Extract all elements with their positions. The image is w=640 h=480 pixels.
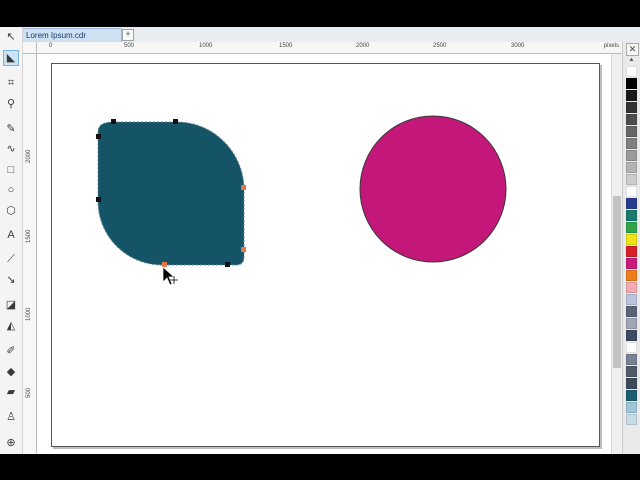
polygon-tool-icon[interactable]: ⬡ (3, 203, 19, 219)
coreldraw-window: Lorem Ipsum.cdr + ↖ ◣ ⌗ ⚲ ✎ ∿ □ ○ ⬡ A ⟋ … (0, 27, 640, 454)
palette-swatch[interactable] (626, 294, 637, 305)
toolbox: ↖ ◣ ⌗ ⚲ ✎ ∿ □ ○ ⬡ A ⟋ ↘ ◪ ◭ ✐ ◆ ▰ ♙ ⊕ (0, 27, 23, 454)
ruler-origin[interactable] (23, 42, 37, 54)
pan-tool-icon[interactable]: ⊕ (3, 435, 19, 451)
ruler-units: pixels (603, 43, 619, 49)
palette-swatch[interactable] (626, 114, 637, 125)
color-palette: ✕ ▲ (622, 42, 640, 454)
canvas-objects (96, 115, 507, 286)
palette-swatch[interactable] (626, 402, 637, 413)
palette-swatch[interactable] (626, 246, 637, 257)
pick-tool-icon[interactable]: ↖ (3, 29, 19, 45)
text-tool-icon[interactable]: A (3, 227, 19, 243)
shape-tool-icon[interactable]: ◣ (3, 50, 19, 66)
parallel-dimension-tool-icon[interactable]: ⟋ (3, 251, 19, 267)
palette-swatch[interactable] (626, 210, 637, 221)
ruler-label: 500 (124, 43, 135, 49)
ruler-label: 1000 (26, 307, 32, 321)
node-handle[interactable] (162, 262, 167, 267)
ruler-label: 500 (26, 388, 32, 399)
ellipse-tool-icon[interactable]: ○ (3, 182, 19, 198)
palette-swatch[interactable] (626, 198, 637, 209)
drawing-canvas[interactable] (37, 54, 611, 454)
outline-pen-tool-icon[interactable]: ♙ (3, 409, 19, 425)
node-handle[interactable] (111, 119, 116, 124)
palette-swatch[interactable] (626, 366, 637, 377)
palette-swatch[interactable] (626, 162, 637, 173)
palette-swatch[interactable] (626, 306, 637, 317)
leaf-shape[interactable] (97, 121, 245, 266)
ruler-label: 1500 (279, 43, 293, 49)
ruler-label: 2000 (356, 43, 370, 49)
smart-fill-tool-icon[interactable]: ▰ (3, 384, 19, 400)
freehand-tool-icon[interactable]: ✎ (3, 121, 19, 137)
palette-swatch[interactable] (626, 282, 637, 293)
scrollbar-thumb[interactable] (613, 196, 621, 368)
palette-swatch[interactable] (626, 414, 637, 425)
node-handle[interactable] (96, 134, 101, 139)
palette-swatch[interactable] (626, 222, 637, 233)
palette-swatch[interactable] (626, 102, 637, 113)
palette-swatch[interactable] (626, 270, 637, 281)
circle-shape[interactable] (359, 115, 507, 263)
new-document-tab-button[interactable]: + (122, 29, 134, 41)
palette-swatch[interactable] (626, 150, 637, 161)
palette-swatch[interactable] (626, 354, 637, 365)
palette-swatch[interactable] (626, 390, 637, 401)
palette-swatch[interactable] (626, 318, 637, 329)
node-handle[interactable] (173, 119, 178, 124)
ruler-label: 2000 (26, 149, 32, 163)
node-handle[interactable] (241, 247, 246, 252)
palette-swatch[interactable] (626, 186, 637, 197)
ruler-label: 1500 (26, 229, 32, 243)
palette-swatch[interactable] (626, 258, 637, 269)
palette-swatch[interactable] (626, 330, 637, 341)
palette-swatch[interactable] (626, 138, 637, 149)
horizontal-ruler[interactable]: 0 500 1000 1500 2000 2500 3000 pixels (37, 42, 622, 54)
artistic-media-tool-icon[interactable]: ∿ (3, 141, 19, 157)
document-tab[interactable]: Lorem Ipsum.cdr (22, 28, 122, 42)
palette-swatch[interactable] (626, 234, 637, 245)
palette-swatch[interactable] (626, 78, 637, 89)
node-handle[interactable] (241, 185, 246, 190)
vertical-ruler[interactable]: 2000 1500 1000 500 (23, 54, 37, 454)
connector-tool-icon[interactable]: ↘ (3, 272, 19, 288)
crop-tool-icon[interactable]: ⌗ (3, 75, 19, 91)
palette-swatch[interactable] (626, 66, 637, 77)
vertical-scrollbar[interactable] (611, 54, 622, 454)
color-eyedropper-tool-icon[interactable]: ✐ (3, 343, 19, 359)
zoom-tool-icon[interactable]: ⚲ (3, 96, 19, 112)
transparency-tool-icon[interactable]: ◭ (3, 318, 19, 334)
ruler-label: 0 (49, 43, 53, 49)
ruler-label: 3000 (511, 43, 525, 49)
close-palette-icon[interactable]: ✕ (626, 43, 639, 56)
ruler-label: 1000 (199, 43, 213, 49)
palette-scroll-up-icon[interactable]: ▲ (626, 56, 637, 64)
palette-swatch[interactable] (626, 378, 637, 389)
node-handle[interactable] (96, 197, 101, 202)
node-handle[interactable] (225, 262, 230, 267)
palette-swatch[interactable] (626, 174, 637, 185)
palette-swatch[interactable] (626, 90, 637, 101)
palette-swatch[interactable] (626, 126, 637, 137)
drop-shadow-tool-icon[interactable]: ◪ (3, 297, 19, 313)
palette-swatch[interactable] (626, 342, 637, 353)
interactive-fill-tool-icon[interactable]: ◆ (3, 364, 19, 380)
rectangle-tool-icon[interactable]: □ (3, 162, 19, 178)
mouse-cursor-icon (162, 266, 178, 286)
ruler-label: 2500 (433, 43, 447, 49)
document-tab-bar: Lorem Ipsum.cdr + (0, 27, 640, 43)
